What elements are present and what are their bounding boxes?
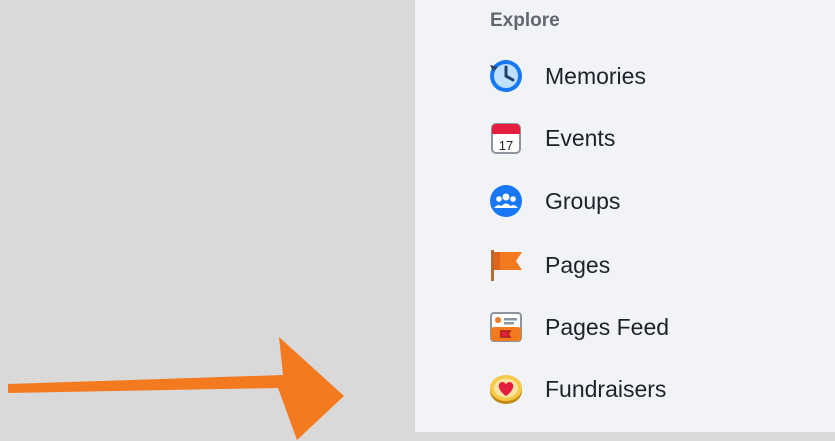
memories-clock-icon [487, 57, 525, 95]
pointer-arrow-icon [8, 337, 344, 440]
sidebar-item-pages-feed[interactable]: Pages Feed [487, 307, 669, 347]
sidebar-item-fundraisers[interactable]: Fundraisers [487, 369, 666, 409]
sidebar-item-label: Memories [545, 62, 646, 89]
sidebar-item-label: Fundraisers [545, 375, 667, 402]
explore-heading: Explore [490, 10, 560, 31]
pages-flag-icon [487, 246, 525, 284]
sidebar-item-label: Events [545, 124, 616, 151]
fundraisers-heart-icon [487, 370, 525, 408]
calendar-day-text: 17 [499, 138, 513, 153]
sidebar-item-pages[interactable]: Pages [487, 245, 610, 285]
pages-feed-icon [487, 308, 525, 346]
sidebar-item-label: Pages [545, 251, 611, 278]
sidebar-item-label: Pages Feed [545, 313, 670, 340]
sidebar-item-memories[interactable]: Memories [487, 56, 646, 96]
sidebar-item-events[interactable]: 17 Events [487, 118, 615, 158]
sidebar-item-label: Groups [545, 187, 621, 214]
explore-sidebar: Explore Memories 17 Events Groups Pages … [415, 0, 835, 432]
events-calendar-icon: 17 [487, 119, 525, 157]
sidebar-item-groups[interactable]: Groups [487, 181, 620, 221]
groups-icon [487, 182, 525, 220]
screenshot-stage: Explore Memories 17 Events Groups Pages … [0, 0, 835, 441]
